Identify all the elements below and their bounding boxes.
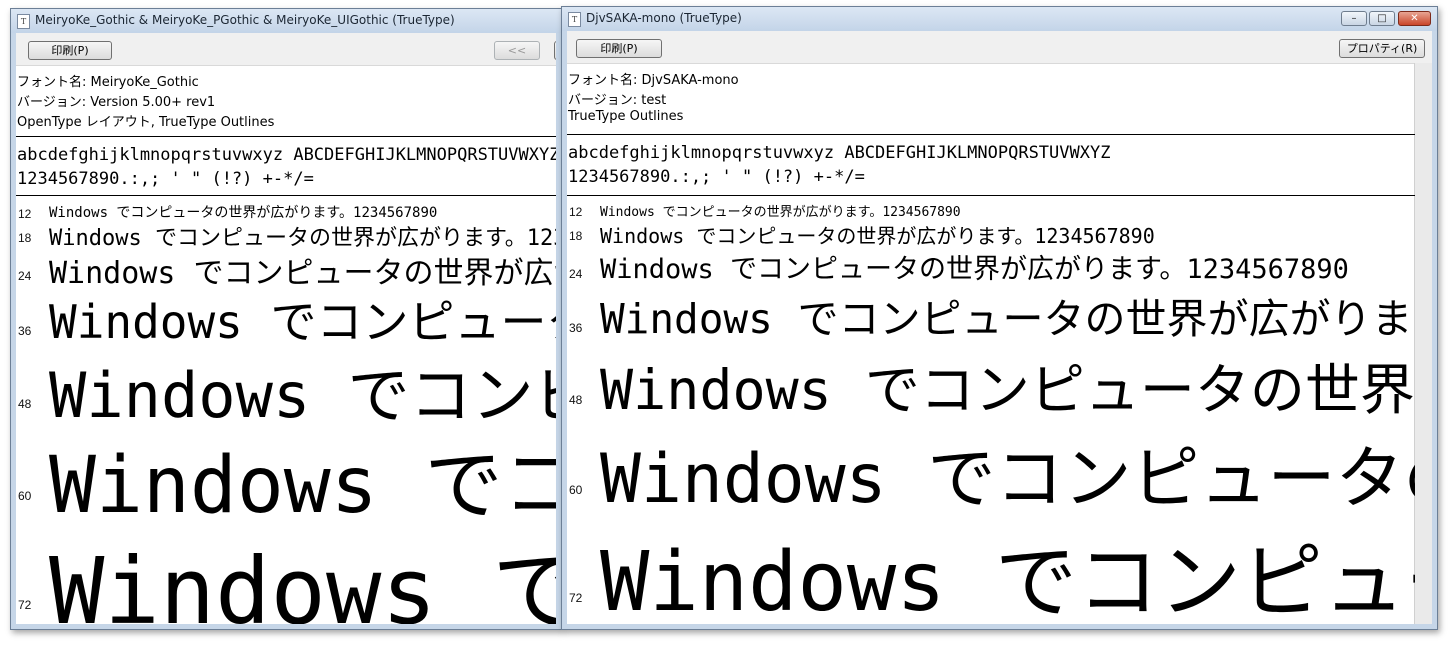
sample-row-24: 24 Windows でコンピュータの世界が広がります。1234567890 [568, 247, 1415, 287]
sample-text: Windows でコンピュータの世界が広がります。1234567890 [600, 205, 961, 219]
caption-buttons: – □ ✕ [1341, 11, 1431, 27]
size-label: 24 [18, 269, 32, 283]
close-button[interactable]: ✕ [1398, 11, 1431, 26]
title-bar[interactable]: T MeiryoKe_Gothic & MeiryoKe_PGothic & M… [11, 9, 561, 33]
sample-row-72: 72 Windows でコンピュータの世界が広がります。1234567890 [17, 525, 556, 624]
window-title: MeiryoKe_Gothic & MeiryoKe_PGothic & Mei… [35, 13, 455, 27]
size-label: 60 [569, 483, 583, 497]
font-version: バージョン: test [568, 93, 667, 108]
font-name: フォント名: DjvSAKA-mono [568, 73, 739, 88]
sample-text: Windows でコンピュータの世界が広がります。1234567890 [600, 440, 1415, 519]
font-outline-type: OpenType レイアウト, TrueType Outlines [17, 115, 275, 130]
divider [567, 195, 1415, 196]
size-label: 60 [18, 489, 32, 503]
sample-row-12: 12 Windows でコンピュータの世界が広がります。1234567890 [17, 201, 556, 221]
minimize-button[interactable]: – [1341, 11, 1367, 26]
maximize-button[interactable]: □ [1369, 11, 1395, 26]
font-version: バージョン: Version 5.00+ rev1 [17, 95, 216, 110]
sample-row-18: 18 Windows でコンピュータの世界が広がります。1234567890 [568, 219, 1415, 247]
previous-button[interactable]: << [494, 41, 540, 60]
alphabet-sample: abcdefghijklmnopqrstuvwxyz ABCDEFGHIJKLM… [17, 145, 556, 165]
sample-row-48: 48 Windows でコンピュータの世界が広がります。1234567890 [568, 343, 1415, 423]
digits-sample: 1234567890.:,; ' " (!?) +-*/= [568, 167, 865, 187]
size-label: 36 [18, 324, 32, 338]
vertical-scrollbar[interactable] [1414, 63, 1432, 624]
sample-text: Windows でコンピュータの世界が広がります。1234567890 [600, 535, 1415, 623]
sample-text: Windows でコンピュータの世界が広がります。1234567890 [600, 224, 1155, 247]
sample-text: Windows でコンピュータの世界が広がります。1234567890 [600, 254, 1349, 285]
size-label: 36 [569, 321, 583, 335]
size-label: 48 [569, 393, 583, 407]
size-label: 72 [569, 591, 583, 605]
properties-button[interactable]: プロパティ(R) [1339, 39, 1425, 58]
sample-row-72: 72 Windows でコンピュータの世界が広がります。1234567890 [568, 523, 1415, 623]
divider [567, 134, 1415, 135]
size-label: 18 [18, 231, 32, 245]
size-label: 72 [18, 598, 32, 612]
font-viewer-window-meiryoke: T MeiryoKe_Gothic & MeiryoKe_PGothic & M… [10, 8, 562, 630]
sample-row-36: 36 Windows でコンピュータの世界が広がります。1234567890 [17, 286, 556, 349]
title-bar[interactable]: T DjvSAKA-mono (TrueType) – □ ✕ [562, 7, 1437, 31]
sample-text: Windows でコンピュータの世界が広がります。1234567890 [49, 538, 556, 624]
sample-text: Windows でコンピュータの世界が広がります。1234567890 [600, 358, 1415, 422]
toolbar: 印刷(P) プロパティ(R) [567, 31, 1432, 64]
divider [16, 136, 556, 137]
sample-text: Windows でコンピュータの世界が広がります。1234567890 [600, 295, 1415, 343]
sample-text: Windows でコンピュータの世界が広がります。1234567890 [49, 295, 556, 349]
font-viewer-window-djvsaka: T DjvSAKA-mono (TrueType) – □ ✕ 印刷(P) プロ… [561, 6, 1438, 630]
print-button[interactable]: 印刷(P) [28, 41, 112, 60]
digits-sample: 1234567890.:,; ' " (!?) +-*/= [17, 169, 314, 189]
alphabet-sample: abcdefghijklmnopqrstuvwxyz ABCDEFGHIJKLM… [568, 143, 1111, 163]
size-label: 18 [569, 229, 583, 243]
size-label: 48 [18, 397, 32, 411]
window-content: 印刷(P) プロパティ(R) フォント名: DjvSAKA-mono バージョン… [567, 31, 1432, 624]
print-button[interactable]: 印刷(P) [576, 39, 662, 58]
sample-row-36: 36 Windows でコンピュータの世界が広がります。1234567890 [568, 285, 1415, 343]
sample-row-60: 60 Windows でコンピュータの世界が広がります。1234567890 [17, 425, 556, 531]
font-name: フォント名: MeiryoKe_Gothic [17, 75, 199, 90]
sample-row-18: 18 Windows でコンピュータの世界が広がります。1234567890 [17, 219, 556, 251]
window-title: DjvSAKA-mono (TrueType) [586, 11, 742, 25]
divider [16, 195, 556, 196]
size-label: 12 [569, 205, 583, 219]
toolbar: 印刷(P) << [16, 33, 556, 66]
sample-text: Windows でコンピュータの世界が広がります。1234567890 [49, 359, 556, 432]
properties-button-clipped[interactable] [554, 41, 556, 60]
sample-row-24: 24 Windows でコンピュータの世界が広がります。1234567890 [17, 248, 556, 291]
font-outline-type: TrueType Outlines [568, 109, 684, 124]
sample-row-60: 60 Windows でコンピュータの世界が広がります。1234567890 [568, 423, 1415, 523]
font-file-icon: T [568, 12, 581, 27]
sample-row-48: 48 Windows でコンピュータの世界が広がります。1234567890 [17, 345, 556, 432]
font-file-icon: T [17, 14, 30, 29]
window-content: 印刷(P) << フォント名: MeiryoKe_Gothic バージョン: V… [16, 33, 556, 624]
sample-row-12: 12 Windows でコンピュータの世界が広がります。1234567890 [568, 199, 1415, 219]
size-label: 24 [569, 267, 583, 281]
